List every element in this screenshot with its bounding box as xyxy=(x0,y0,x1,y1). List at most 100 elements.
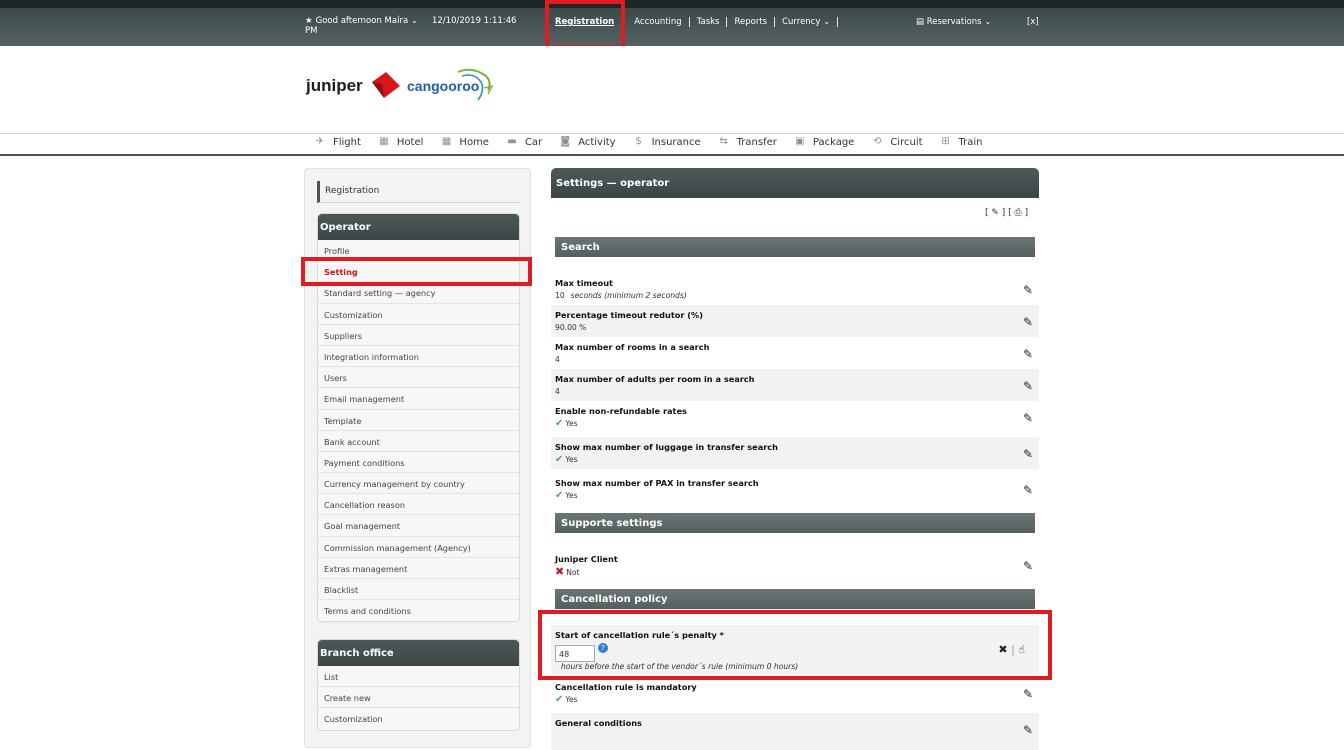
row-value: ✔ Yes xyxy=(555,418,1035,429)
pencil-icon[interactable]: ✎ xyxy=(1023,347,1033,361)
sidebar-item-goal[interactable]: Goal management xyxy=(318,515,519,537)
sidebar-item-blacklist[interactable]: Blacklist xyxy=(318,579,519,601)
sidebar-item-suppliers[interactable]: Suppliers xyxy=(318,325,519,346)
briefcase-icon: ▣ xyxy=(795,136,805,147)
print-icon[interactable]: ⎙ xyxy=(1015,208,1022,218)
pencil-icon[interactable]: ✎ xyxy=(1023,723,1033,737)
pencil-icon[interactable]: ✎ xyxy=(1023,687,1033,701)
sidebar-item-terms[interactable]: Terms and conditions xyxy=(318,600,519,621)
product-activity[interactable]: ◙ Activity xyxy=(557,136,615,148)
row-value: ✖ Not xyxy=(555,565,1035,578)
pencil-icon[interactable]: ✎ xyxy=(1023,411,1033,425)
chevron-down-icon: ⌄ xyxy=(410,16,418,26)
product-car[interactable]: ▬ Car xyxy=(504,136,542,148)
product-insurance[interactable]: $ Insurance xyxy=(631,136,700,148)
row-value: ✔ Yes xyxy=(555,694,1035,705)
product-car-label: Car xyxy=(524,136,543,148)
datetime-pm: PM xyxy=(305,26,318,36)
section-search: Search xyxy=(555,237,1035,257)
juniper-diamond-logo xyxy=(372,72,400,98)
product-circuit[interactable]: ⟲ Circuit xyxy=(869,136,922,148)
product-transfer-label: Transfer xyxy=(736,136,777,148)
home-icon: ▦ xyxy=(441,136,452,147)
reservations-menu[interactable]: ▤ Reservations ⌄ xyxy=(916,17,991,27)
row-value: ✔ Yes xyxy=(555,454,1035,465)
top-bar: ★ Good afternoon Maíra ⌄ 12/10/2019 1:11:4… xyxy=(0,0,1344,46)
breadcrumb[interactable]: Registration xyxy=(317,181,519,203)
car-icon: ▬ xyxy=(507,136,517,147)
product-circuit-label: Circuit xyxy=(890,136,923,148)
row-max-adults: Max number of adults per room in a searc… xyxy=(551,369,1039,401)
nav-reports[interactable]: Reports xyxy=(727,17,776,27)
branch-item-list[interactable]: List xyxy=(318,666,519,688)
nav-currency-label: Currency xyxy=(782,17,821,27)
product-transfer[interactable]: ⇆ Transfer xyxy=(716,136,777,148)
sidebar-item-payment[interactable]: Payment conditions xyxy=(318,452,519,474)
sidebar-item-currency-mgmt[interactable]: Currency management by country xyxy=(318,473,519,495)
nav-tasks[interactable]: Tasks xyxy=(690,17,728,27)
check-icon: ✔ xyxy=(555,418,564,429)
pencil-icon[interactable]: ✎ xyxy=(1023,315,1033,329)
sidebar-item-email[interactable]: Email management xyxy=(318,388,519,410)
row-juniper-client: Juniper Client ✖ Not ✎ xyxy=(551,549,1039,582)
product-nav: ✈ Flight ▦ Hotel ▦ Home ▬ Car ◙ Activity $ Ins… xyxy=(0,134,1344,156)
sidebar-item-template[interactable]: Template xyxy=(318,410,519,431)
product-activity-label: Activity xyxy=(578,136,616,148)
product-train[interactable]: ⊞ Train xyxy=(938,136,982,148)
check-icon: ✔ xyxy=(555,490,564,501)
row-max-rooms: Max number of rooms in a search 4 ✎ xyxy=(551,337,1039,369)
check-icon: ✔ xyxy=(555,694,564,705)
branch-item-customization[interactable]: Customization xyxy=(318,708,519,729)
close-button[interactable]: [x] xyxy=(1027,17,1039,27)
pencil-icon[interactable]: ✎ xyxy=(1023,483,1033,497)
pencil-icon[interactable]: ✎ xyxy=(1023,559,1033,573)
row-value-text: Yes xyxy=(565,695,578,704)
highlight-registration xyxy=(545,0,625,49)
sidebar-item-customization[interactable]: Customization xyxy=(318,304,519,325)
nav-currency[interactable]: Currency ⌄ xyxy=(775,17,839,27)
train-icon: ⊞ xyxy=(941,136,950,147)
section-cancellation: Cancellation policy xyxy=(555,589,1035,609)
kangaroo-logo xyxy=(457,68,494,101)
cross-icon: ✖ xyxy=(555,565,565,578)
pencil-icon[interactable]: ✎ xyxy=(1023,447,1033,461)
check-icon: ✔ xyxy=(555,454,564,465)
highlight-cancellation-penalty xyxy=(538,610,1052,680)
product-home[interactable]: ▦ Home xyxy=(438,136,489,148)
sidebar-item-integration[interactable]: Integration information xyxy=(318,346,519,368)
pencil-icon[interactable]: ✎ xyxy=(991,208,999,218)
greeting-text[interactable]: Good afternoon Maíra xyxy=(316,16,409,26)
product-flight[interactable]: ✈ Flight xyxy=(312,136,361,148)
datetime: 12/10/2019 1:11:46 xyxy=(431,16,517,26)
nav-accounting[interactable]: Accounting xyxy=(627,17,690,27)
row-value-text: Yes xyxy=(565,419,578,428)
row-value: 10 seconds (minimum 2 seconds) xyxy=(555,291,1035,300)
row-pax: Show max number of PAX in transfer searc… xyxy=(551,473,1039,505)
sidebar-item-bank-account[interactable]: Bank account xyxy=(318,431,519,452)
row-value-text: Yes xyxy=(565,491,578,500)
product-hotel[interactable]: ▦ Hotel xyxy=(376,136,423,148)
circuit-icon: ⟲ xyxy=(873,136,882,147)
row-label: Percentage timeout redutor (%) xyxy=(555,310,703,320)
sidebar-item-commission[interactable]: Commission management (Agency) xyxy=(318,537,519,558)
row-label: Enable non-refundable rates xyxy=(555,406,687,416)
reservations-label: Reservations xyxy=(926,17,982,27)
product-home-label: Home xyxy=(459,136,489,148)
row-max-timeout: Max timeout 10 seconds (minimum 2 seconds… xyxy=(551,273,1039,305)
product-package[interactable]: ▣ Package xyxy=(792,136,854,148)
row-note: seconds (minimum 2 seconds) xyxy=(570,291,687,300)
sidebar-item-extras[interactable]: Extras management xyxy=(318,558,519,579)
sidebar-item-cancellation-reason[interactable]: Cancellation reason xyxy=(318,494,519,516)
transfer-icon: ⇆ xyxy=(719,136,728,147)
row-cancellation-mandatory: Cancellation rule is mandatory ✔ Yes ✎ xyxy=(551,677,1039,709)
row-value: 4 xyxy=(555,355,560,364)
branch-item-create[interactable]: Create new xyxy=(318,687,519,709)
row-label: General conditions xyxy=(555,718,642,728)
product-flight-label: Flight xyxy=(333,136,361,148)
row-general-conditions: General conditions ✎ xyxy=(551,713,1039,750)
sidebar-item-users[interactable]: Users xyxy=(318,367,519,389)
pencil-icon[interactable]: ✎ xyxy=(1023,283,1033,297)
document-icon: ▤ xyxy=(916,17,925,27)
row-label: Max number of adults per room in a searc… xyxy=(555,374,755,384)
pencil-icon[interactable]: ✎ xyxy=(1023,379,1033,393)
